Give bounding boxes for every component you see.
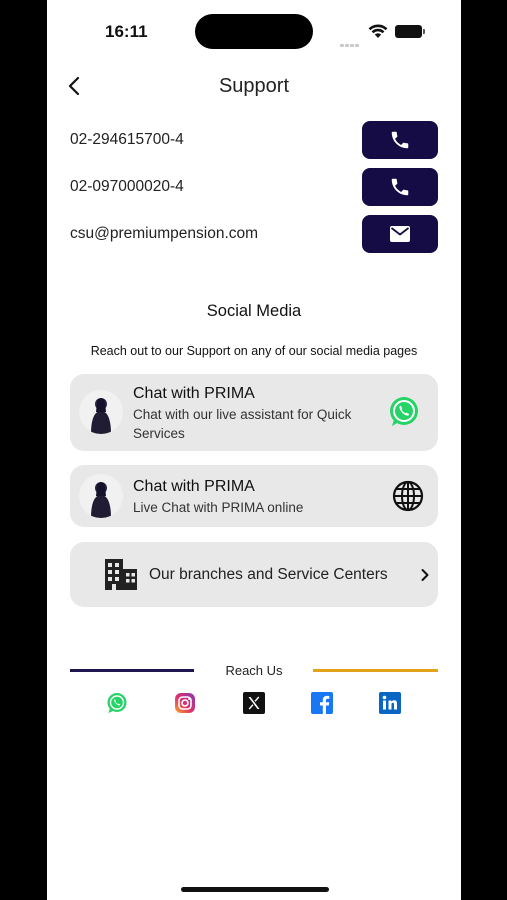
call-button-1[interactable] <box>362 121 438 159</box>
contact-row-phone-1: 02-294615700-4 <box>70 121 438 159</box>
dynamic-island <box>195 14 313 49</box>
card-title: Chat with PRIMA <box>133 385 255 402</box>
globe-icon <box>392 480 424 512</box>
divider-right <box>313 669 438 672</box>
status-time: 16:11 <box>105 22 148 41</box>
building-icon <box>105 559 137 590</box>
phone-number-1: 02-294615700-4 <box>70 131 184 148</box>
call-button-2[interactable] <box>362 168 438 206</box>
phone-icon <box>391 178 409 196</box>
assistant-avatar <box>79 390 123 434</box>
chat-whatsapp-card[interactable]: Chat with PRIMA Chat with our live assis… <box>70 374 438 451</box>
battery-icon <box>395 25 425 38</box>
contact-row-email: csu@premiumpension.com <box>70 215 438 253</box>
linkedin-icon[interactable] <box>379 692 401 714</box>
mail-icon <box>390 226 410 242</box>
wifi-icon <box>368 24 388 38</box>
branches-card[interactable]: Our branches and Service Centers <box>70 542 438 607</box>
email-button[interactable] <box>362 215 438 253</box>
card-description: Live Chat with PRIMA online <box>133 500 304 515</box>
whatsapp-icon[interactable] <box>106 692 128 714</box>
cellular-signal-icon <box>340 34 360 52</box>
facebook-icon[interactable] <box>311 692 333 714</box>
assistant-avatar <box>79 474 123 518</box>
email-address: csu@premiumpension.com <box>70 225 259 242</box>
card-description: Chat with our live assistant for Quick S… <box>133 407 352 441</box>
instagram-icon[interactable] <box>174 692 196 714</box>
home-indicator <box>181 887 329 892</box>
social-media-subtitle: Reach out to our Support on any of our s… <box>90 344 418 358</box>
page-title: Support <box>218 75 290 97</box>
card-title: Chat with PRIMA <box>133 478 255 495</box>
phone-number-2: 02-097000020-4 <box>70 178 184 195</box>
phone-icon <box>391 131 409 149</box>
contact-row-phone-2: 02-097000020-4 <box>70 168 438 206</box>
x-icon[interactable] <box>243 692 265 714</box>
whatsapp-icon <box>390 397 418 426</box>
social-media-title: Social Media <box>206 302 302 320</box>
chevron-right-icon <box>421 569 429 581</box>
support-screen: 16:11 Support 02-294615700-4 02-09700002… <box>47 0 461 900</box>
chat-online-card[interactable]: Chat with PRIMA Live Chat with PRIMA onl… <box>70 465 438 527</box>
branches-label: Our branches and Service Centers <box>149 566 388 583</box>
